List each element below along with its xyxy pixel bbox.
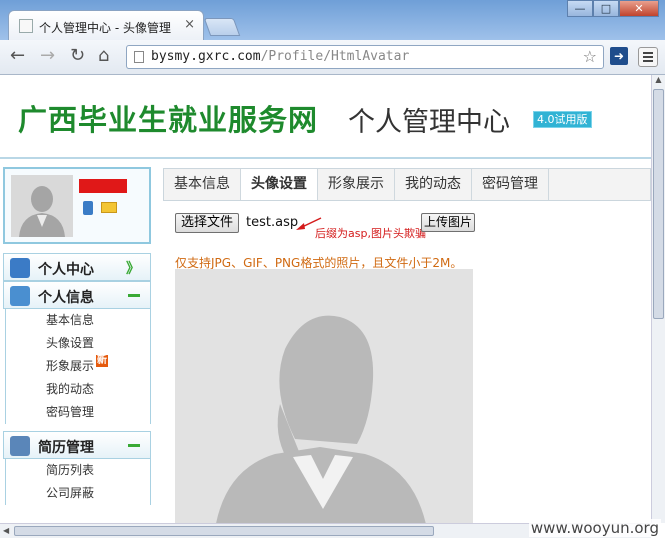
page-icon [134, 51, 144, 63]
site-header: 广西毕业生就业服务网 个人管理中心 4.0试用版 [0, 75, 651, 159]
url-host: bysmy.gxrc.com [151, 49, 261, 64]
sidebar-item-basic-info[interactable]: 基本信息 [6, 309, 150, 332]
browser-toolbar: ← → ↻ ⌂ bysmy.gxrc.com/Profile/HtmlAvata… [0, 40, 665, 75]
tab-title: 个人管理中心 - 头像管理 [39, 21, 171, 35]
reload-icon[interactable]: ↻ [70, 46, 85, 66]
sidebar-item-password[interactable]: 密码管理 [6, 401, 150, 424]
vertical-scrollbar[interactable]: ▲ [651, 75, 665, 523]
address-bar[interactable]: bysmy.gxrc.com/Profile/HtmlAvatar ☆ [126, 45, 604, 69]
page-favicon-icon [19, 19, 33, 33]
chevron-right-icon: 》 [126, 261, 140, 277]
nav-group-resume[interactable]: 简历管理 [3, 431, 151, 459]
avatar-preview [175, 269, 473, 523]
tab-basic-info[interactable]: 基本信息 [164, 169, 241, 200]
maximize-button[interactable]: □ [593, 0, 619, 17]
home-icon[interactable]: ⌂ [98, 46, 109, 66]
resume-list: 简历列表 公司屏蔽 [5, 459, 151, 505]
collapse-icon[interactable] [128, 444, 140, 447]
scrollbar-thumb[interactable] [653, 89, 664, 319]
personal-info-list: 基本信息 头像设置 形象展示新 我的动态 密码管理 [5, 309, 151, 424]
phone-icon[interactable] [83, 201, 93, 215]
browser-tab[interactable]: 个人管理中心 - 头像管理 × [8, 10, 204, 40]
sidebar-item-company-block[interactable]: 公司屏蔽 [6, 482, 150, 505]
extension-icon[interactable]: ➜ [610, 47, 628, 65]
tab-password[interactable]: 密码管理 [472, 169, 549, 200]
scroll-up-icon[interactable]: ▲ [652, 75, 665, 88]
home-icon [10, 258, 30, 278]
silhouette-icon [11, 175, 73, 237]
mail-icon[interactable] [101, 202, 117, 213]
url-text[interactable]: bysmy.gxrc.com/Profile/HtmlAvatar [151, 49, 409, 64]
avatar[interactable] [11, 175, 73, 237]
nav-group-label: 简历管理 [38, 440, 94, 456]
selected-file-name: test.asp [246, 215, 299, 230]
scroll-left-icon[interactable]: ◀ [3, 526, 9, 535]
sidebar: 个人中心 》 个人信息 基本信息 头像设置 形象展示新 我的动态 密码管理 简历… [3, 167, 153, 523]
upload-button[interactable]: 上传图片 [421, 213, 476, 232]
sidebar-item-my-activity[interactable]: 我的动态 [6, 378, 150, 401]
tab-image-showcase[interactable]: 形象展示 [318, 169, 395, 200]
sidebar-item-label: 形象展示 [46, 359, 95, 373]
username-redacted [79, 179, 127, 193]
site-name[interactable]: 广西毕业生就业服务网 [18, 97, 318, 139]
version-badge: 4.0试用版 [533, 111, 592, 128]
star-icon[interactable]: ☆ [583, 47, 597, 66]
minimize-button[interactable]: — [567, 0, 593, 17]
page-viewport: 广西毕业生就业服务网 个人管理中心 4.0试用版 个人中心 》 个人信息 基本信… [0, 75, 651, 523]
resume-icon [10, 436, 30, 456]
watermark: www.wooyun.org [528, 519, 661, 537]
choose-file-button[interactable]: 选择文件 [175, 213, 240, 233]
nav-group-label: 个人中心 [38, 262, 94, 278]
tab-close-icon[interactable]: × [184, 17, 195, 32]
page-title: 个人管理中心 [348, 107, 510, 138]
collapse-icon[interactable] [128, 294, 140, 297]
silhouette-icon [175, 269, 473, 523]
nav-group-label: 个人信息 [38, 290, 94, 306]
back-icon[interactable]: ← [10, 46, 25, 66]
nav-group-personal-center[interactable]: 个人中心 》 [3, 253, 151, 281]
scrollbar-thumb[interactable] [14, 526, 434, 536]
url-path: /Profile/HtmlAvatar [260, 49, 410, 64]
sidebar-item-avatar-settings[interactable]: 头像设置 [6, 332, 150, 355]
menu-icon[interactable] [638, 47, 658, 67]
window-controls: — □ ✕ [567, 0, 659, 18]
profile-box [3, 167, 151, 244]
user-card-icon [10, 286, 30, 306]
tab-my-activity[interactable]: 我的动态 [395, 169, 472, 200]
sidebar-item-image-showcase[interactable]: 形象展示新 [6, 355, 150, 378]
nav-group-personal-info[interactable]: 个人信息 [3, 281, 151, 309]
new-badge: 新 [96, 355, 108, 367]
new-tab-button[interactable] [203, 18, 241, 36]
sidebar-item-resume-list[interactable]: 简历列表 [6, 459, 150, 482]
content-tabs: 基本信息 头像设置 形象展示 我的动态 密码管理 [163, 168, 651, 201]
annotation-text: 后缀为asp,图片头欺骗 [315, 227, 426, 240]
browser-titlebar: 个人管理中心 - 头像管理 × — □ ✕ [0, 0, 665, 40]
forward-icon[interactable]: → [40, 46, 55, 66]
tab-avatar-settings[interactable]: 头像设置 [241, 169, 318, 200]
close-window-button[interactable]: ✕ [619, 0, 659, 17]
